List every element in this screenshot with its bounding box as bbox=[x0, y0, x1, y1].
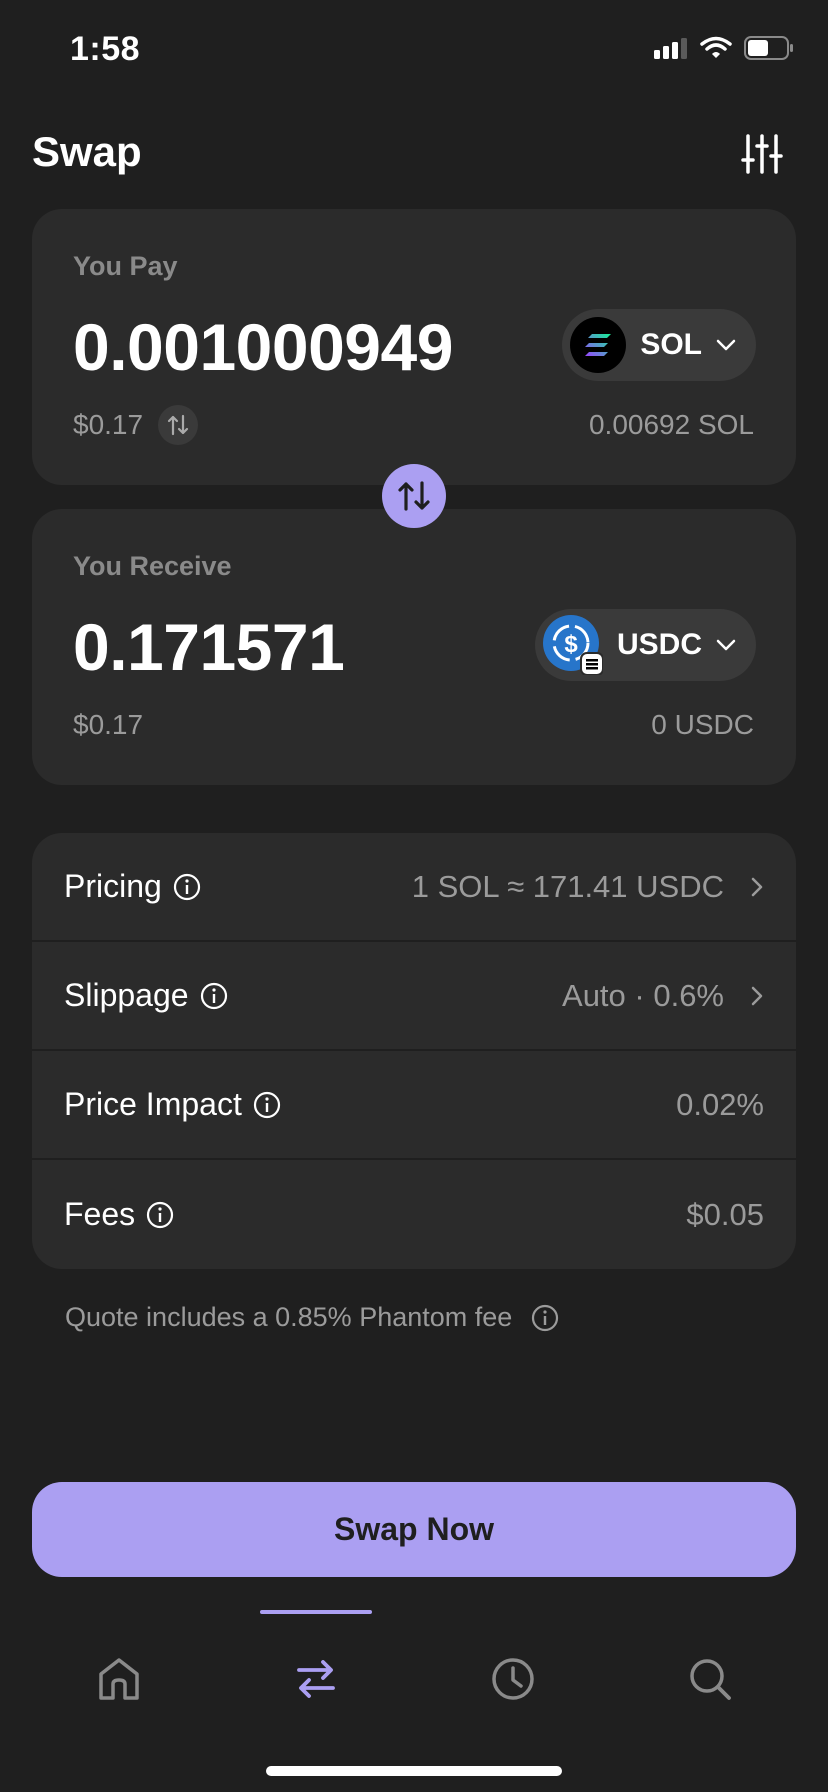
slippage-row[interactable]: Slippage Auto · 0.6% bbox=[32, 942, 796, 1051]
receive-card: You Receive 0.171571 $ USDC $0.17 0 USDC bbox=[32, 509, 796, 785]
info-icon[interactable] bbox=[199, 981, 229, 1011]
sol-token-icon bbox=[570, 317, 627, 373]
tab-search[interactable] bbox=[675, 1644, 745, 1714]
swap-vertical-icon bbox=[167, 414, 189, 436]
price-impact-value: 0.02% bbox=[676, 1086, 764, 1122]
flip-tokens-button[interactable] bbox=[382, 464, 446, 528]
chevron-down-icon bbox=[716, 339, 736, 351]
pricing-row[interactable]: Pricing 1 SOL ≈ 171.41 USDC bbox=[32, 833, 796, 942]
pay-usd-value: $0.17 bbox=[73, 409, 144, 440]
fee-note: Quote includes a 0.85% Phantom fee bbox=[65, 1302, 560, 1333]
receive-amount: 0.171571 bbox=[73, 610, 345, 684]
wifi-icon bbox=[700, 36, 732, 58]
info-icon[interactable] bbox=[172, 872, 202, 902]
tab-bar bbox=[0, 1600, 828, 1740]
chevron-right-icon bbox=[751, 877, 763, 896]
tab-home[interactable] bbox=[84, 1644, 154, 1714]
signal-icon bbox=[654, 38, 687, 59]
receive-token-name: USDC bbox=[616, 628, 702, 661]
status-icons bbox=[654, 36, 794, 60]
pricing-value: 1 SOL ≈ 171.41 USDC bbox=[411, 868, 724, 904]
pay-token-name: SOL bbox=[640, 328, 702, 361]
pay-label: You Pay bbox=[73, 251, 178, 281]
pay-amount-input[interactable]: 0.001000949 bbox=[73, 309, 453, 385]
tab-history[interactable] bbox=[478, 1644, 548, 1714]
pricing-label: Pricing bbox=[64, 868, 162, 904]
slippage-label: Slippage bbox=[64, 977, 189, 1013]
info-icon[interactable] bbox=[530, 1303, 560, 1333]
search-icon bbox=[690, 1659, 731, 1700]
chevron-down-icon bbox=[716, 639, 736, 651]
receive-balance: 0 USDC bbox=[651, 709, 754, 740]
battery-icon bbox=[744, 36, 793, 60]
receive-usd-value: $0.17 bbox=[73, 709, 144, 740]
tab-swap[interactable] bbox=[281, 1644, 351, 1714]
fees-row: Fees $0.05 bbox=[32, 1160, 796, 1269]
toggle-currency-button[interactable] bbox=[158, 405, 198, 445]
status-time: 1:58 bbox=[70, 30, 141, 68]
fees-value: $0.05 bbox=[686, 1196, 764, 1232]
active-tab-indicator bbox=[260, 1610, 372, 1614]
swap-vertical-icon bbox=[398, 481, 430, 511]
settings-sliders-icon[interactable] bbox=[740, 132, 784, 176]
swap-icon bbox=[297, 1660, 335, 1698]
info-icon[interactable] bbox=[252, 1090, 282, 1120]
header: Swap bbox=[32, 120, 796, 184]
quote-details: Pricing 1 SOL ≈ 171.41 USDC Slippage Aut… bbox=[32, 833, 796, 1269]
status-bar: 1:58 bbox=[0, 0, 828, 100]
home-icon bbox=[99, 1658, 139, 1700]
pay-token-selector[interactable]: SOL bbox=[562, 309, 756, 381]
price-impact-label: Price Impact bbox=[64, 1086, 242, 1122]
price-impact-row: Price Impact 0.02% bbox=[32, 1051, 796, 1160]
usdc-token-icon: $ bbox=[542, 615, 603, 675]
swap-now-button[interactable]: Swap Now bbox=[32, 1482, 796, 1577]
home-indicator bbox=[266, 1766, 562, 1776]
slippage-value: Auto · 0.6% bbox=[562, 977, 724, 1013]
svg-text:$: $ bbox=[564, 631, 578, 658]
fees-label: Fees bbox=[64, 1196, 136, 1232]
chevron-right-icon bbox=[751, 986, 763, 1005]
receive-label: You Receive bbox=[73, 551, 232, 581]
pay-balance: 0.00692 SOL bbox=[588, 409, 754, 440]
page-title: Swap bbox=[32, 128, 142, 175]
receive-token-selector[interactable]: $ USDC bbox=[534, 609, 756, 681]
pay-card: You Pay 0.001000949 SOL $0.17 0.00692 SO… bbox=[32, 209, 796, 485]
history-icon bbox=[492, 1658, 534, 1700]
info-icon[interactable] bbox=[145, 1200, 175, 1230]
fee-note-text: Quote includes a 0.85% Phantom fee bbox=[65, 1302, 513, 1332]
